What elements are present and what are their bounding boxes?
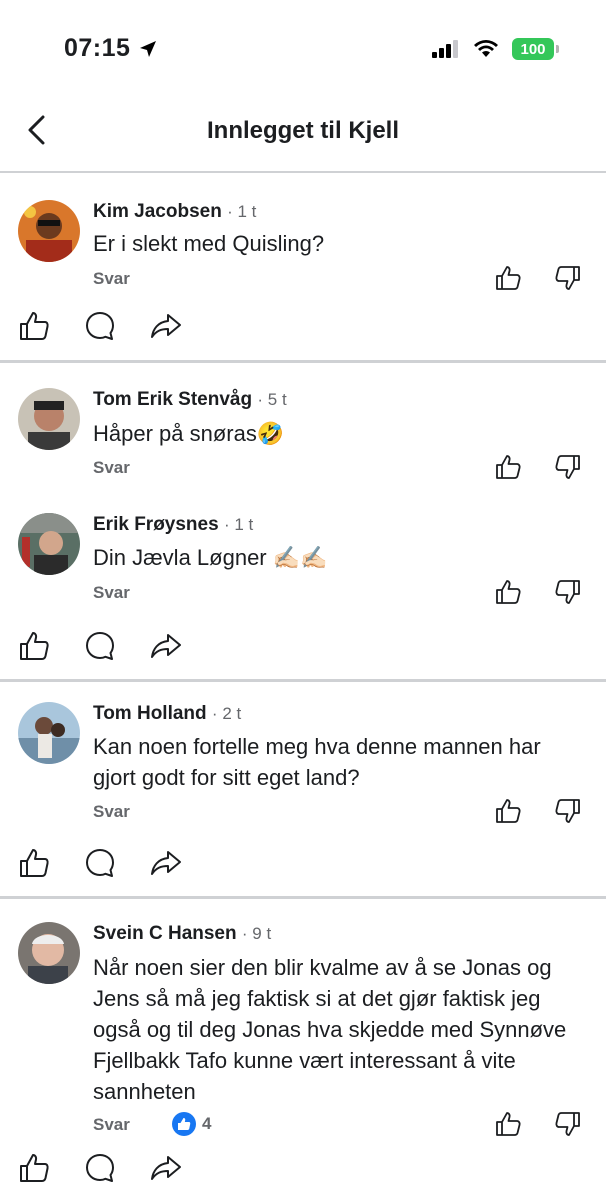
thumbs-down-icon[interactable] [554,1110,582,1138]
thumbs-up-icon[interactable] [494,578,522,606]
separator-dot: · [227,202,238,221]
comment: Kim Jacobsen · 1 t Er i slekt med Quisli… [0,173,606,363]
reaction-count: 4 [202,1114,212,1133]
comment-text: Kan noen fortelle meg hva denne mannen h… [93,734,541,790]
comment: Tom Holland · 2 t Kan noen fortelle meg … [0,682,606,897]
separator-dot: · [241,924,253,943]
action-row [18,630,182,662]
clock-text: 07:15 [64,34,131,62]
thumbs-up-icon[interactable] [494,453,522,481]
thumbs-up-icon[interactable] [494,264,522,292]
location-arrow-icon [140,40,157,57]
comment-bubble-icon[interactable] [84,310,116,342]
comment-time: 9 t [252,924,272,943]
page-title: Innlegget til Kjell [206,117,399,144]
comment-text: Når noen sier den blir kvalme av å se Jo… [93,955,567,1104]
comment-bubble-icon[interactable] [84,847,116,879]
share-arrow-icon[interactable] [150,310,182,342]
comment-bubble-icon[interactable] [84,630,116,662]
reply-button[interactable]: Svar [93,1115,130,1135]
share-arrow-icon[interactable] [150,847,182,879]
avatar[interactable] [18,513,80,575]
avatar[interactable] [18,702,80,764]
nav-bar: Innlegget til Kjell [0,90,606,173]
author-name[interactable]: Tom Erik Stenvåg [93,389,252,410]
like-reaction-icon [172,1112,196,1136]
comment-header: Erik Frøysnes · 1 t [93,514,253,536]
comment-time: 5 t [267,390,287,409]
separator-dot: · [211,704,223,723]
reply-button[interactable]: Svar [93,458,130,478]
comment: Tom Erik Stenvåg · 5 t Håper på snøras🤣 … [0,363,606,488]
comment-header: Svein C Hansen · 9 t [93,923,271,945]
thumbs-up-icon[interactable] [494,1110,522,1138]
separator-dot: · [223,515,235,534]
author-name[interactable]: Svein C Hansen [93,923,237,944]
thumbs-down-icon[interactable] [554,797,582,825]
comment-header: Kim Jacobsen · 1 t [93,201,256,223]
avatar[interactable] [18,922,80,984]
author-name[interactable]: Erik Frøysnes [93,514,219,535]
thumbs-up-icon[interactable] [18,630,50,662]
thumbs-down-icon[interactable] [554,453,582,481]
action-row [18,1152,182,1184]
thumbs-up-icon[interactable] [494,797,522,825]
action-row [18,847,182,879]
comment-time: 1 t [237,202,257,221]
status-icons: 100 [432,38,559,60]
comment-text: Er i slekt med Quisling? [93,231,325,256]
status-time: 07:15 [64,34,158,63]
thumbs-up-icon[interactable] [18,847,50,879]
battery-level: 100 [520,40,546,58]
author-name[interactable]: Tom Holland [93,703,207,724]
reaction-summary[interactable]: 4 [172,1112,211,1136]
reply-button[interactable]: Svar [93,583,130,603]
thumbs-up-icon[interactable] [18,310,50,342]
reply-button[interactable]: Svar [93,269,130,289]
author-name[interactable]: Kim Jacobsen [93,201,222,222]
comment-time: 2 t [222,704,242,723]
comment: Svein C Hansen · 9 t Når noen sier den b… [0,899,606,1199]
share-arrow-icon[interactable] [150,630,182,662]
comment-header: Tom Erik Stenvåg · 5 t [93,389,287,411]
comment-header: Tom Holland · 2 t [93,703,241,725]
comment-text: Din Jævla Løgner ✍🏻✍🏻 [93,545,328,570]
thumbs-down-icon[interactable] [554,264,582,292]
action-row [18,310,182,342]
avatar[interactable] [18,388,80,450]
comment-time: 1 t [234,515,254,534]
status-bar: 07:15 100 [0,0,606,90]
avatar[interactable] [18,200,80,262]
separator-dot: · [257,390,268,409]
comment: Erik Frøysnes · 1 t Din Jævla Løgner ✍🏻✍… [0,488,606,680]
thumbs-down-icon[interactable] [554,578,582,606]
thumbs-up-icon[interactable] [18,1152,50,1184]
battery-icon: 100 [512,38,559,60]
share-arrow-icon[interactable] [150,1152,182,1184]
comment-bubble-icon[interactable] [84,1152,116,1184]
cellular-signal-icon [432,40,458,58]
comment-text: Håper på snøras🤣 [93,421,285,446]
reply-button[interactable]: Svar [93,802,130,822]
wifi-icon [474,40,498,57]
